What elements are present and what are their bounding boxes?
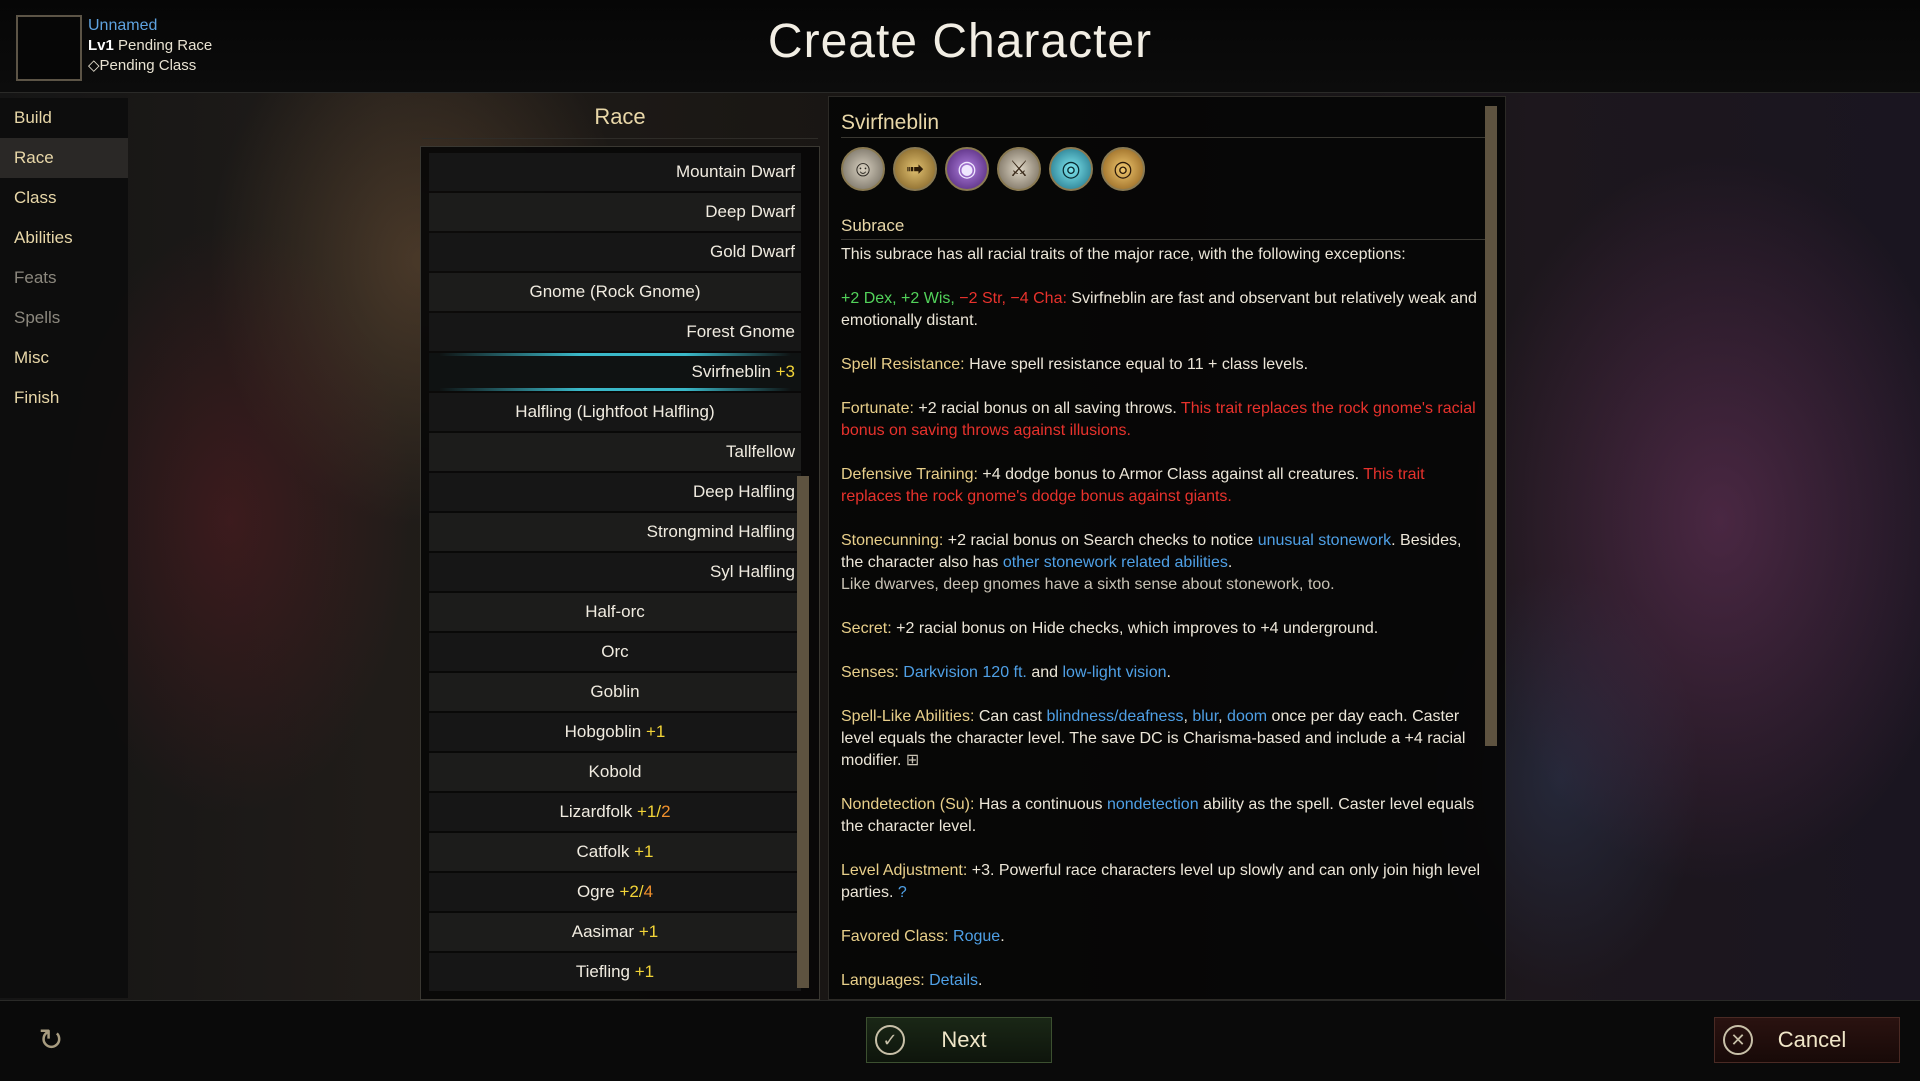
race-item-forest-gnome[interactable]: Forest Gnome — [429, 313, 801, 351]
race-item-tallfellow[interactable]: Tallfellow — [429, 433, 801, 471]
trait-senses: Senses: Darkvision 120 ft. and low-light… — [841, 664, 1171, 681]
level-adjustment-badge: +1 — [634, 962, 655, 981]
link-rogue[interactable]: Rogue — [953, 928, 1000, 945]
detail-title-divider — [841, 137, 1493, 138]
race-description: Subrace This subrace has all racial trai… — [841, 215, 1485, 1014]
race-item-svirfneblin[interactable]: Svirfneblin +3 — [429, 353, 801, 391]
nav-item-build[interactable]: Build — [0, 98, 128, 138]
trait-secret: Secret: +2 racial bonus on Hide checks, … — [841, 620, 1379, 637]
race-list-scrollbar[interactable] — [797, 476, 809, 988]
race-item-lightfoot-halfling[interactable]: Halfling (Lightfoot Halfling) — [429, 393, 801, 431]
level-adjustment-badge: +1 — [645, 722, 666, 741]
help-icon[interactable]: ? — [898, 884, 907, 901]
race-detail-title: Svirfneblin — [841, 111, 940, 134]
link-blindness-deafness[interactable]: blindness/deafness — [1046, 708, 1183, 725]
link-unusual-stonework[interactable]: unusual stonework — [1258, 532, 1391, 549]
darkvision-icon[interactable]: ◎ — [1049, 147, 1093, 191]
humanoid-icon[interactable]: ☺ — [841, 147, 885, 191]
link-languages-details[interactable]: Details — [929, 972, 978, 989]
level-adjustment-badge: +3 — [775, 362, 795, 381]
step-navigation: Build Race Class Abilities Feats Spells … — [0, 98, 128, 998]
trait-nondetection: Nondetection (Su): Has a continuous nond… — [841, 796, 1475, 835]
trait-languages: Languages: Details. — [841, 972, 983, 989]
race-list-scroll-thumb[interactable] — [797, 476, 809, 988]
race-item-orc[interactable]: Orc — [429, 633, 801, 671]
link-darkvision[interactable]: Darkvision 120 ft. — [903, 664, 1027, 681]
note-icon[interactable]: ⊞ — [906, 752, 919, 769]
race-item-mountain-dwarf[interactable]: Mountain Dwarf — [429, 153, 801, 191]
nav-item-abilities[interactable]: Abilities — [0, 218, 128, 258]
trait-favored-class: Favored Class: Rogue. — [841, 928, 1005, 945]
race-list: Mountain Dwarf Deep Dwarf Gold Dwarf Gno… — [429, 153, 801, 993]
spell-resistance-icon[interactable]: ◉ — [945, 147, 989, 191]
race-item-ogre[interactable]: Ogre +2/4 — [429, 873, 801, 911]
race-item-aasimar[interactable]: Aasimar +1 — [429, 913, 801, 951]
race-item-hobgoblin[interactable]: Hobgoblin +1 — [429, 713, 801, 751]
race-title-divider — [422, 138, 818, 139]
trait-stonecunning: Stonecunning: +2 racial bonus on Search … — [841, 532, 1462, 593]
race-item-catfolk[interactable]: Catfolk +1 — [429, 833, 801, 871]
level-adjustment-badge: +1 — [634, 842, 654, 861]
refresh-icon[interactable]: ↻ — [34, 1024, 68, 1058]
nav-item-feats[interactable]: Feats — [0, 258, 128, 298]
cancel-button[interactable]: ✕ Cancel — [1714, 1017, 1900, 1063]
nav-item-spells[interactable]: Spells — [0, 298, 128, 338]
cancel-button-label: Cancel — [1777, 1027, 1847, 1052]
detail-scrollbar[interactable] — [1485, 106, 1497, 746]
link-doom[interactable]: doom — [1227, 708, 1267, 725]
race-item-rock-gnome[interactable]: Gnome (Rock Gnome) — [429, 273, 801, 311]
nav-item-class[interactable]: Class — [0, 178, 128, 218]
race-item-tiefling[interactable]: Tiefling +1 — [429, 953, 801, 991]
trait-level-adjustment: Level Adjustment: +3. Powerful race char… — [841, 862, 1481, 901]
trait-fortunate: Fortunate: +2 racial bonus on all saving… — [841, 400, 1476, 439]
level-adjustment-badge: +2 — [619, 882, 639, 901]
subrace-intro: This subrace has all racial traits of th… — [841, 246, 1406, 263]
nav-item-finish[interactable]: Finish — [0, 378, 128, 418]
race-item-deep-halfling[interactable]: Deep Halfling — [429, 473, 801, 511]
race-list-title: Race — [594, 104, 646, 129]
race-detail-panel: Svirfneblin ☺ ➟ ◉ ⚔ ◎ ◎ Subrace This subrace … — [828, 96, 1506, 1000]
trait-spell-like-abilities: Spell-Like Abilities: Can cast blindness… — [841, 708, 1466, 769]
low-light-vision-icon[interactable]: ◎ — [1101, 147, 1145, 191]
ability-modifiers: +2 Dex, +2 Wis, −2 Str, −4 Cha: Svirfneb… — [841, 290, 1477, 329]
next-button-label: Next — [941, 1027, 987, 1052]
speed-icon[interactable]: ➟ — [893, 147, 937, 191]
race-item-lizardfolk[interactable]: Lizardfolk +1/2 — [429, 793, 801, 831]
race-item-strongmind-halfling[interactable]: Strongmind Halfling — [429, 513, 801, 551]
race-item-kobold[interactable]: Kobold — [429, 753, 801, 791]
trait-defensive-training: Defensive Training: +4 dodge bonus to Ar… — [841, 466, 1425, 505]
weapon-icon[interactable]: ⚔ — [997, 147, 1041, 191]
race-item-half-orc[interactable]: Half-orc — [429, 593, 801, 631]
nav-item-misc[interactable]: Misc — [0, 338, 128, 378]
race-trait-icons: ☺ ➟ ◉ ⚔ ◎ ◎ — [841, 147, 1153, 195]
level-adjustment-badge: +1 — [636, 802, 657, 821]
race-item-deep-dwarf[interactable]: Deep Dwarf — [429, 193, 801, 231]
nav-item-race[interactable]: Race — [0, 138, 128, 178]
link-blur[interactable]: blur — [1192, 708, 1218, 725]
race-item-gold-dwarf[interactable]: Gold Dwarf — [429, 233, 801, 271]
link-stonework-abilities[interactable]: other stonework related abilities — [1003, 554, 1228, 571]
subrace-heading: Subrace — [841, 215, 1485, 240]
next-button[interactable]: ✓ Next — [866, 1017, 1052, 1063]
top-bar: Unnamed Lv1 Pending Race ◇Pending Class … — [0, 0, 1920, 93]
race-list-panel: Mountain Dwarf Deep Dwarf Gold Dwarf Gno… — [420, 146, 820, 1000]
level-adjustment-badge: +1 — [638, 922, 659, 941]
trait-spell-resistance: Spell Resistance: Have spell resistance … — [841, 356, 1309, 373]
race-item-syl-halfling[interactable]: Syl Halfling — [429, 553, 801, 591]
page-title: Create Character — [767, 15, 1153, 68]
link-low-light-vision[interactable]: low-light vision — [1062, 664, 1166, 681]
link-nondetection[interactable]: nondetection — [1107, 796, 1199, 813]
race-item-goblin[interactable]: Goblin — [429, 673, 801, 711]
